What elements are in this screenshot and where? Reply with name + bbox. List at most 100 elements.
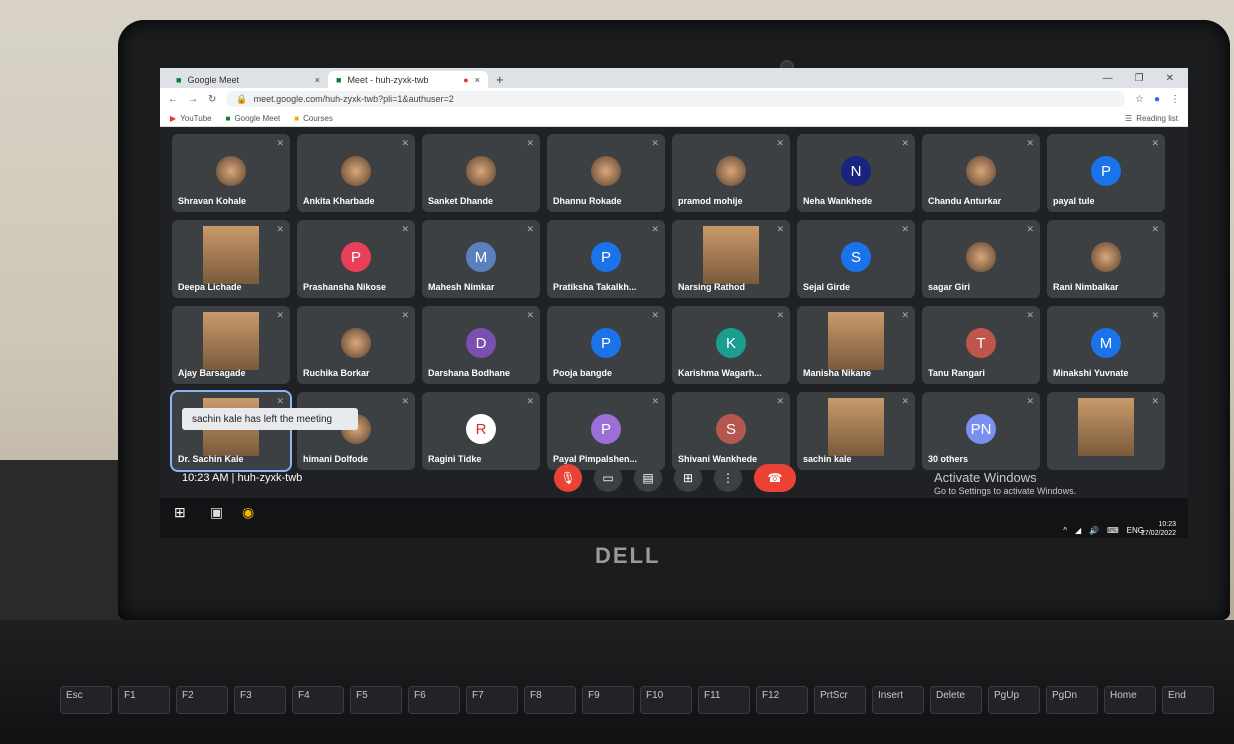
- tab-google-meet[interactable]: ■ Google Meet ×: [168, 71, 328, 88]
- menu-icon[interactable]: ⋮: [1170, 94, 1180, 105]
- left-meeting-toast: sachin kale has left the meeting: [182, 408, 358, 430]
- participant-tile[interactable]: P ✕ Payal Pimpalshen...: [547, 392, 665, 470]
- new-tab-button[interactable]: +: [488, 72, 512, 88]
- participant-tile[interactable]: ✕ Manisha Nikane: [797, 306, 915, 384]
- participant-tile[interactable]: S ✕ Sejal Girde: [797, 220, 915, 298]
- task-view-icon[interactable]: ▣: [210, 504, 223, 521]
- participant-name: Tanu Rangari: [928, 368, 985, 378]
- url-field[interactable]: 🔒 meet.google.com/huh-zyxk-twb?pli=1&aut…: [226, 91, 1125, 107]
- mic-muted-icon: ✕: [651, 396, 659, 406]
- participant-initial-avatar: S: [716, 414, 746, 444]
- participant-tile[interactable]: P ✕ Pratiksha Takalkh...: [547, 220, 665, 298]
- mic-muted-icon: ✕: [776, 224, 784, 234]
- participant-name: Rani Nimbalkar: [1053, 282, 1119, 292]
- participant-video: [1078, 398, 1134, 456]
- mic-muted-icon: ✕: [1026, 396, 1034, 406]
- participant-tile[interactable]: ✕ Ajay Barsagade: [172, 306, 290, 384]
- participant-initial-avatar: PN: [966, 414, 996, 444]
- network-icon[interactable]: ◢: [1075, 526, 1081, 535]
- participant-tile[interactable]: ✕ sagar Giri: [922, 220, 1040, 298]
- participant-tile[interactable]: ✕ Ankita Kharbade: [297, 134, 415, 212]
- bookmark-courses[interactable]: ■ Courses: [294, 114, 333, 123]
- mic-muted-icon: ✕: [401, 310, 409, 320]
- participant-tile[interactable]: S ✕ Shivani Wankhede: [672, 392, 790, 470]
- participant-initial-avatar: P: [591, 242, 621, 272]
- chrome-icon[interactable]: ◉: [242, 504, 254, 521]
- system-clock[interactable]: 10:23 27/02/2022: [1141, 520, 1176, 538]
- participant-tile[interactable]: R ✕ Ragini Tidke: [422, 392, 540, 470]
- participant-avatar: [341, 156, 371, 186]
- participant-tile[interactable]: ✕ Rani Nimbalkar: [1047, 220, 1165, 298]
- participant-video: [828, 312, 884, 370]
- tray-chevron-icon[interactable]: ^: [1063, 526, 1067, 535]
- participant-tile[interactable]: K ✕ Karishma Wagarh...: [672, 306, 790, 384]
- keyboard-key: Insert: [872, 686, 924, 714]
- close-window-icon[interactable]: ✕: [1166, 73, 1174, 84]
- mic-muted-icon: ✕: [276, 310, 284, 320]
- participant-initial-avatar: M: [1091, 328, 1121, 358]
- mic-muted-icon: ✕: [526, 224, 534, 234]
- camera-button[interactable]: ▭: [594, 464, 622, 492]
- keyboard-icon[interactable]: ⌨: [1107, 526, 1119, 535]
- participant-tile[interactable]: ✕ Sanket Dhande: [422, 134, 540, 212]
- activate-windows-title: Activate Windows: [934, 470, 1037, 485]
- keyboard-key: F3: [234, 686, 286, 714]
- participant-tile[interactable]: T ✕ Tanu Rangari: [922, 306, 1040, 384]
- participant-initial-avatar: K: [716, 328, 746, 358]
- present-button[interactable]: ⊞: [674, 464, 702, 492]
- participant-tile[interactable]: ✕ himani Dolfode: [297, 392, 415, 470]
- mic-muted-icon: ✕: [901, 224, 909, 234]
- participant-tile[interactable]: P ✕ payal tule: [1047, 134, 1165, 212]
- participant-tile[interactable]: ✕ Shravan Kohale: [172, 134, 290, 212]
- star-icon[interactable]: ☆: [1135, 94, 1144, 105]
- forward-icon[interactable]: →: [188, 94, 198, 105]
- lock-icon: 🔒: [236, 93, 248, 104]
- participant-tile[interactable]: ✕ Dr. Sachin Kale: [170, 390, 292, 472]
- participant-tile[interactable]: ✕ pramod mohije: [672, 134, 790, 212]
- participant-tile[interactable]: P ✕ Prashansha Nikose: [297, 220, 415, 298]
- participant-tile[interactable]: ✕ Chandu Anturkar: [922, 134, 1040, 212]
- bookmark-youtube[interactable]: ▶ YouTube: [170, 114, 212, 123]
- reload-icon[interactable]: ↻: [208, 94, 216, 105]
- participant-tile[interactable]: ✕ sachin kale: [797, 392, 915, 470]
- keyboard: Esc F1 F2 F3 F4 F5 F6 F7 F8 F9 F10 F11 F12 PrtScr Inse…: [0, 620, 1234, 744]
- function-key-row: Esc F1 F2 F3 F4 F5 F6 F7 F8 F9 F10 F11 F12 PrtScr Inse…: [60, 686, 1214, 714]
- participant-name: Deepa Lichade: [178, 282, 242, 292]
- participant-tile[interactable]: D ✕ Darshana Bodhane: [422, 306, 540, 384]
- participant-tile[interactable]: M ✕ Minakshi Yuvnate: [1047, 306, 1165, 384]
- keyboard-key: Home: [1104, 686, 1156, 714]
- minimize-icon[interactable]: —: [1103, 73, 1113, 84]
- volume-icon[interactable]: 🔊: [1089, 526, 1099, 535]
- windows-taskbar: ⊞ ▣ ◉ ^ ◢ 🔊 ⌨ ENG 10:23 27/02/2022: [160, 498, 1188, 538]
- mic-off-button[interactable]: 🎙: [554, 464, 582, 492]
- back-icon[interactable]: ←: [168, 94, 178, 105]
- participant-tile[interactable]: P ✕ Pooja bangde: [547, 306, 665, 384]
- more-options-button[interactable]: ⋮: [714, 464, 742, 492]
- profile-avatar[interactable]: ●: [1154, 94, 1160, 105]
- maximize-icon[interactable]: ❐: [1135, 73, 1144, 84]
- mic-muted-icon: ✕: [276, 138, 284, 148]
- leave-call-button[interactable]: ☎: [754, 464, 796, 492]
- participant-tile[interactable]: ✕ Ruchika Borkar: [297, 306, 415, 384]
- meeting-info: 10:23 AM | huh-zyxk-twb: [182, 472, 303, 484]
- tab-meet-call[interactable]: ■ Meet - huh-zyxk-twb ● ×: [328, 71, 488, 88]
- reading-list[interactable]: ☰ Reading list: [1125, 114, 1178, 123]
- keyboard-key: F12: [756, 686, 808, 714]
- laptop-brand-logo: DELL: [595, 543, 661, 568]
- participant-tile[interactable]: N ✕ Neha Wankhede: [797, 134, 915, 212]
- participant-tile[interactable]: ✕ Dhannu Rokade: [547, 134, 665, 212]
- close-icon[interactable]: ×: [315, 75, 320, 85]
- participant-tile[interactable]: ✕ Deepa Lichade: [172, 220, 290, 298]
- participant-name: Ruchika Borkar: [303, 368, 370, 378]
- close-icon[interactable]: ×: [475, 75, 480, 85]
- mic-muted-icon: ✕: [401, 224, 409, 234]
- windows-start-icon[interactable]: ⊞: [174, 504, 186, 521]
- participant-tile[interactable]: M ✕ Mahesh Nimkar: [422, 220, 540, 298]
- captions-button[interactable]: ▤: [634, 464, 662, 492]
- participant-tile[interactable]: PN ✕ 30 others: [922, 392, 1040, 470]
- participant-name: Pooja bangde: [553, 368, 613, 378]
- participant-tile[interactable]: ✕: [1047, 392, 1165, 470]
- bookmark-google-meet[interactable]: ■ Google Meet: [226, 114, 281, 123]
- keyboard-key: F10: [640, 686, 692, 714]
- participant-tile[interactable]: ✕ Narsing Rathod: [672, 220, 790, 298]
